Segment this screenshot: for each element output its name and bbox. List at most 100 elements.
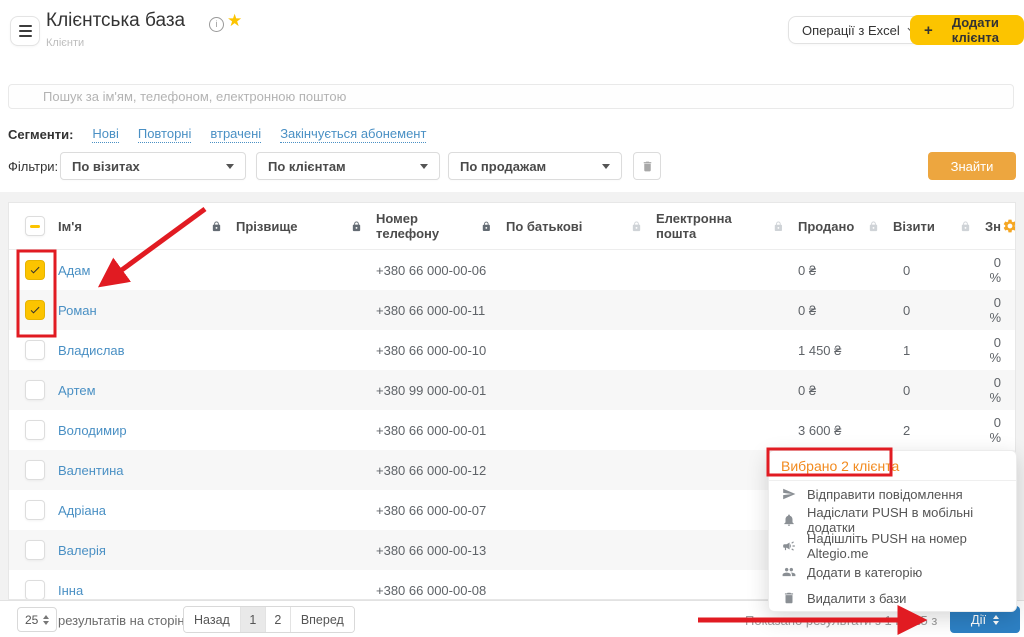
pagination-forward-button[interactable]: Вперед (290, 607, 354, 632)
client-name-link[interactable]: Валентина (58, 463, 236, 478)
filter-dropdown[interactable]: По продажам (448, 152, 622, 180)
column-header-label: Продано (798, 219, 854, 234)
column-header-label: Прізвище (236, 219, 298, 234)
visits-cell: 0 (893, 383, 985, 398)
find-button[interactable]: Знайти (928, 152, 1016, 180)
clear-filters-button[interactable] (633, 152, 661, 180)
row-checkbox[interactable] (25, 260, 45, 280)
client-name-link[interactable]: Володимир (58, 423, 236, 438)
segment-link[interactable]: втрачені (210, 126, 261, 143)
send-icon (782, 487, 796, 501)
row-checkbox-cell (9, 580, 58, 600)
pagination-back-button[interactable]: Назад (184, 607, 240, 632)
column-header: Електронна пошта (656, 211, 798, 241)
client-name-link[interactable]: Артем (58, 383, 236, 398)
menu-item[interactable]: Відправити повідомлення (769, 481, 1016, 507)
phone-cell: +380 66 000-00-12 (376, 463, 506, 478)
client-name-link[interactable]: Інна (58, 583, 236, 598)
column-header-label: Зн (985, 219, 1001, 234)
phone-cell: +380 66 000-00-06 (376, 263, 506, 278)
filter-dropdown[interactable]: По візитах (60, 152, 246, 180)
filters-row: Фільтри: По візитахПо клієнтамПо продажа… (8, 152, 661, 180)
menu-item-label: Додати в категорію (807, 565, 922, 580)
segment-link[interactable]: Закінчується абонемент (280, 126, 426, 143)
column-header: Номер телефону (376, 211, 506, 241)
check-icon (29, 264, 41, 276)
search-input[interactable] (8, 84, 1014, 109)
sold-cell: 1 450 ₴ (798, 343, 893, 358)
row-checkbox[interactable] (25, 580, 45, 600)
pagination-page-button[interactable]: 1 (240, 607, 265, 632)
table-row: Володимир+380 66 000-00-013 600 ₴20 % (9, 410, 1015, 450)
lock-icon (481, 221, 492, 232)
row-checkbox-cell (9, 500, 58, 520)
segment-link[interactable]: Нові (92, 126, 118, 143)
row-checkbox[interactable] (25, 340, 45, 360)
row-checkbox-cell (9, 460, 58, 480)
lock-icon (211, 221, 222, 232)
column-header: Ім'я (58, 219, 236, 234)
add-client-button[interactable]: + Додати клієнта (910, 15, 1024, 45)
excel-operations-label: Операції з Excel (802, 23, 900, 38)
select-all-checkbox[interactable] (25, 216, 45, 236)
trash-icon (641, 160, 654, 173)
discount-cell: 0 % (985, 415, 1015, 445)
column-header: Прізвище (236, 219, 376, 234)
client-name-link[interactable]: Роман (58, 303, 236, 318)
phone-cell: +380 66 000-00-10 (376, 343, 506, 358)
indeterminate-dash-icon (30, 225, 40, 228)
row-checkbox[interactable] (25, 460, 45, 480)
hamburger-menu-icon[interactable] (10, 16, 40, 46)
sold-cell: 0 ₴ (798, 383, 893, 398)
client-name-link[interactable]: Адам (58, 263, 236, 278)
segment-link[interactable]: Повторні (138, 126, 192, 143)
favorite-star-icon[interactable]: ★ (227, 11, 242, 31)
users-icon (782, 565, 796, 579)
table-row: Владислав +380 66 000-00-10 1 450 ₴10 % (9, 330, 1015, 370)
client-name-link[interactable]: Валерія (58, 543, 236, 558)
add-client-label: Додати клієнта (941, 15, 1010, 45)
dropdown-arrow-icon (602, 164, 610, 169)
client-name-link[interactable]: Владислав (58, 343, 236, 358)
filter-dropdown-value: По клієнтам (268, 159, 346, 174)
row-checkbox[interactable] (25, 420, 45, 440)
column-header: Продано (798, 219, 893, 234)
dropdown-arrow-icon (226, 164, 234, 169)
bell-icon (782, 513, 796, 527)
lock-icon (351, 221, 362, 232)
discount-cell: 0 % (985, 375, 1015, 405)
page-subtitle: Клієнти (46, 37, 84, 49)
menu-item-label: Видалити з бази (807, 591, 906, 606)
row-checkbox[interactable] (25, 380, 45, 400)
row-checkbox[interactable] (25, 300, 45, 320)
table-row: Роман+380 66 000-00-110 ₴00 % (9, 290, 1015, 330)
pagination-page-button[interactable]: 2 (265, 607, 290, 632)
per-page-select[interactable]: 25 (17, 607, 57, 632)
filter-dropdown-value: По візитах (72, 159, 140, 174)
menu-item[interactable]: Додати в категорію (769, 559, 1016, 585)
updown-arrows-icon (43, 615, 49, 625)
row-checkbox[interactable] (25, 500, 45, 520)
settings-gear-icon[interactable] (1002, 218, 1016, 234)
info-icon[interactable]: i (209, 17, 224, 32)
menu-item-label: Надішліть PUSH на номер Altegio.me (807, 531, 1003, 561)
phone-cell: +380 99 000-00-01 (376, 383, 506, 398)
results-info: Показано результати з 1 по 25 з (745, 613, 937, 628)
client-name-link[interactable]: Адріана (58, 503, 236, 518)
visits-cell: 1 (893, 343, 985, 358)
excel-operations-button[interactable]: Операції з Excel (788, 16, 930, 44)
row-checkbox-cell (9, 300, 58, 320)
segments-links: Нові Повторні втрачені Закінчується абонеме… (92, 126, 426, 143)
row-checkbox[interactable] (25, 540, 45, 560)
menu-item[interactable]: Надіслати PUSH в мобільні додатки (769, 507, 1016, 533)
dropdown-arrow-icon (420, 164, 428, 169)
filter-dropdown[interactable]: По клієнтам (256, 152, 440, 180)
per-page-value: 25 (25, 613, 38, 627)
menu-item[interactable]: Видалити з бази (769, 585, 1016, 611)
column-header: По батькові (506, 219, 656, 234)
lock-icon (960, 221, 971, 232)
menu-item[interactable]: Надішліть PUSH на номер Altegio.me (769, 533, 1016, 559)
discount-cell: 0 % (985, 335, 1015, 365)
column-header-label: Електронна пошта (656, 211, 773, 241)
table-row: Адам+380 66 000-00-060 ₴00 % (9, 250, 1015, 290)
